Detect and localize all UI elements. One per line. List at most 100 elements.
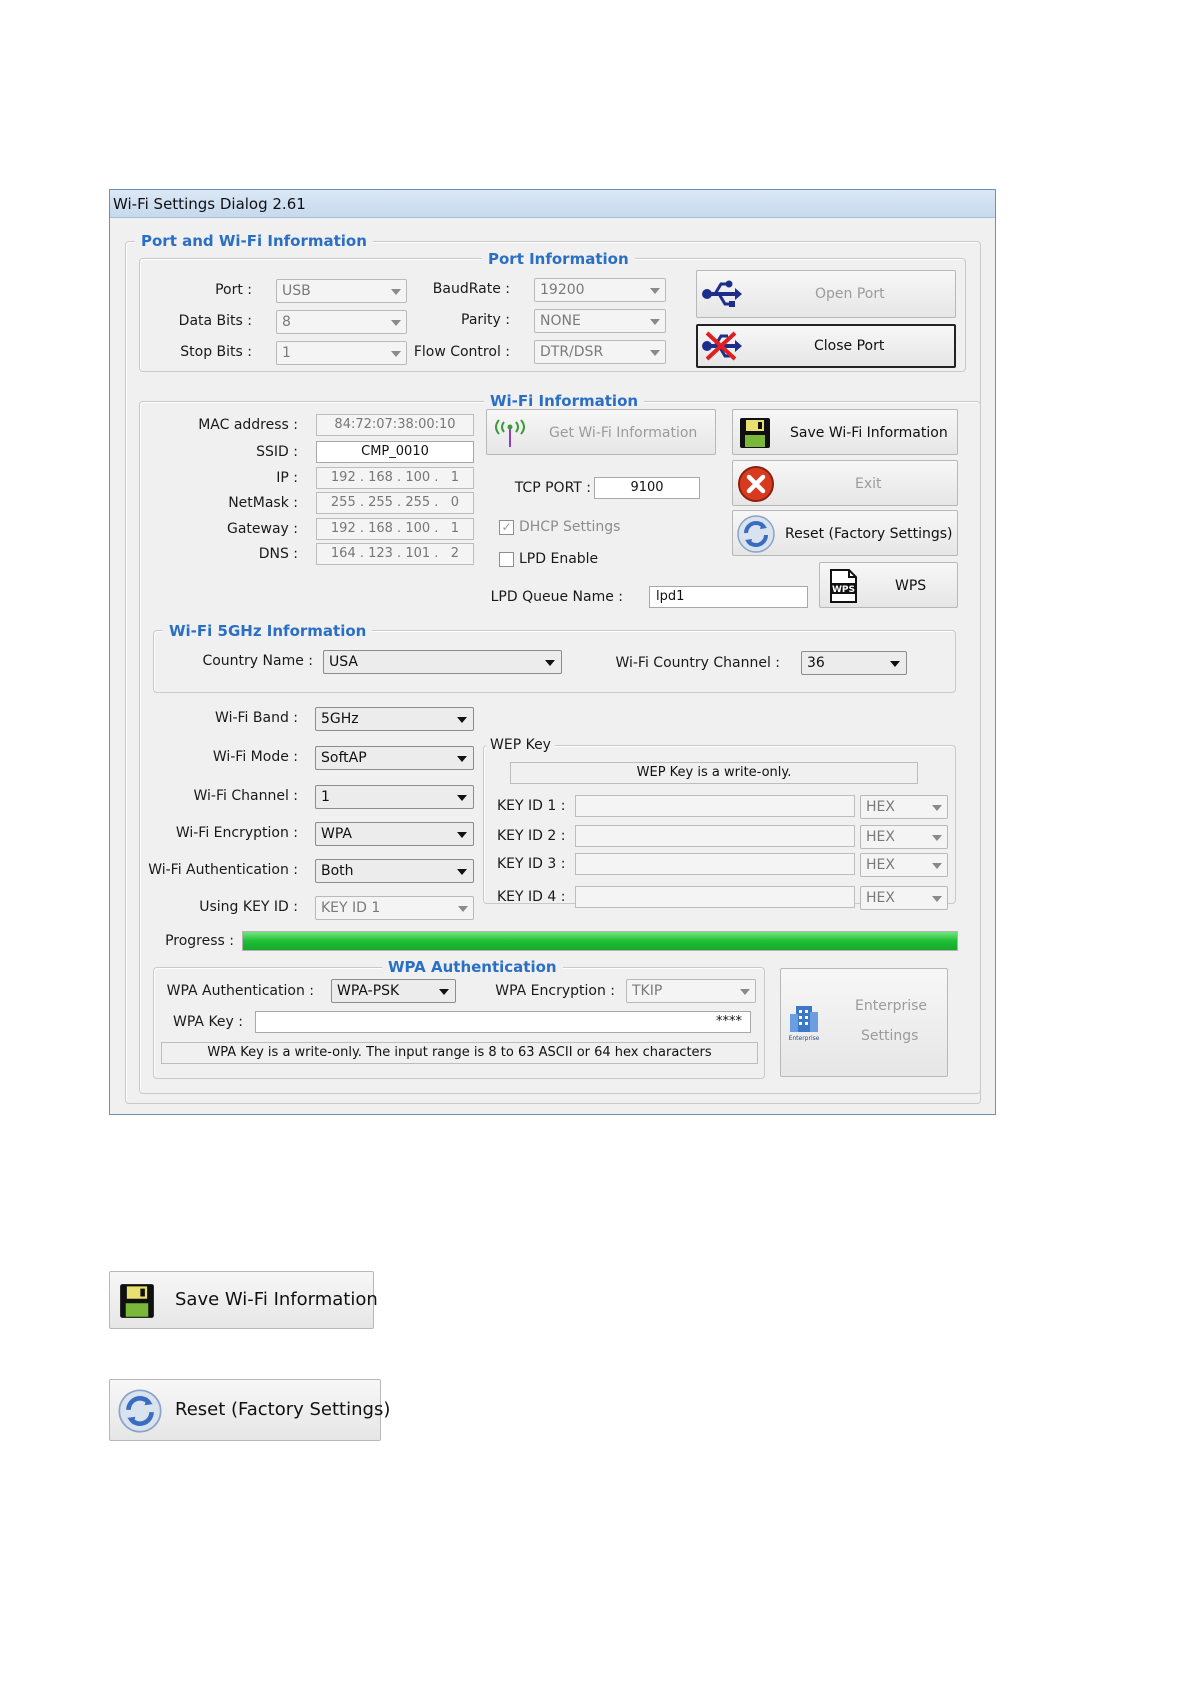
wep-key-4-format: HEX bbox=[866, 890, 895, 906]
lpd-enable-label: LPD Enable bbox=[519, 551, 599, 567]
stop-bits-value: 1 bbox=[282, 345, 291, 361]
reset-factory-button[interactable]: Reset (Factory Settings) bbox=[732, 510, 958, 556]
ssid-label: SSID : bbox=[256, 444, 298, 460]
wifi-channel-select[interactable]: 1 bbox=[315, 785, 474, 809]
exit-button[interactable]: Exit bbox=[732, 460, 958, 506]
data-bits-select[interactable]: 8 bbox=[276, 310, 407, 334]
close-port-button[interactable]: Close Port bbox=[696, 324, 956, 368]
gateway-field[interactable]: 192 . 168 . 100 . 1 bbox=[316, 518, 474, 540]
wifi-authentication-value: Both bbox=[321, 863, 354, 879]
get-wifi-info-label: Get Wi-Fi Information bbox=[549, 425, 698, 441]
using-key-id-select[interactable]: KEY ID 1 bbox=[315, 896, 474, 920]
floppy-disk-icon bbox=[739, 417, 771, 454]
lpd-enable-checkbox[interactable] bbox=[499, 552, 514, 567]
wifi-band-value: 5GHz bbox=[321, 711, 359, 727]
wpa-key-input[interactable]: **** bbox=[255, 1011, 751, 1033]
country-name-value: USA bbox=[329, 654, 358, 670]
wifi-encryption-select[interactable]: WPA bbox=[315, 822, 474, 846]
wep-key-2-input[interactable] bbox=[575, 825, 855, 847]
save-wifi-info-button[interactable]: Save Wi-Fi Information bbox=[732, 409, 958, 455]
port-select[interactable]: USB bbox=[276, 279, 407, 303]
stop-bits-select[interactable]: 1 bbox=[276, 341, 407, 365]
reset-factory-label: Reset (Factory Settings) bbox=[785, 526, 953, 542]
open-port-button[interactable]: Open Port bbox=[696, 270, 956, 318]
netmask-label: NetMask : bbox=[228, 495, 298, 511]
progress-label: Progress : bbox=[165, 933, 234, 949]
wps-icon-text: WPS bbox=[832, 585, 855, 595]
chevron-down-icon bbox=[932, 896, 942, 902]
wep-key-1-input[interactable] bbox=[575, 795, 855, 817]
wifi-country-channel-select[interactable]: 36 bbox=[801, 651, 907, 675]
dns-field[interactable]: 164 . 123 . 101 . 2 bbox=[316, 543, 474, 565]
reset-factory-button-zoom[interactable]: Reset (Factory Settings) bbox=[109, 1379, 390, 1441]
chevron-down-icon bbox=[457, 795, 467, 801]
enterprise-label-line1: Enterprise bbox=[855, 998, 928, 1014]
netmask-field[interactable]: 255 . 255 . 255 . 0 bbox=[316, 492, 474, 514]
wpa-auth-title: WPA Authentication bbox=[382, 958, 563, 976]
close-icon bbox=[737, 465, 775, 508]
baudrate-value: 19200 bbox=[540, 282, 585, 298]
progress-bar bbox=[242, 931, 958, 951]
chevron-down-icon bbox=[890, 661, 900, 667]
wifi-band-select[interactable]: 5GHz bbox=[315, 707, 474, 731]
wifi-mode-select[interactable]: SoftAP bbox=[315, 746, 474, 770]
wifi-country-channel-label: Wi-Fi Country Channel : bbox=[615, 655, 780, 671]
wps-button[interactable]: WPS WPS bbox=[819, 562, 958, 608]
wpa-encryption-value: TKIP bbox=[632, 983, 663, 999]
floppy-disk-icon bbox=[119, 1282, 155, 1324]
wep-key-2-format-select[interactable]: HEX bbox=[860, 825, 948, 849]
wep-key-4-format-select[interactable]: HEX bbox=[860, 886, 948, 910]
dns-label: DNS : bbox=[258, 546, 298, 562]
tcp-port-field[interactable]: 9100 bbox=[594, 477, 700, 499]
reset-factory-label-zoom: Reset (Factory Settings) bbox=[175, 1399, 391, 1420]
data-bits-label: Data Bits : bbox=[178, 313, 252, 329]
gateway-label: Gateway : bbox=[226, 521, 298, 537]
port-info-title: Port Information bbox=[482, 250, 635, 268]
enterprise-settings-button[interactable]: Enterprise Enterprise Settings bbox=[780, 968, 948, 1077]
wps-icon: WPS bbox=[828, 569, 858, 608]
wifi-mode-value: SoftAP bbox=[321, 750, 367, 766]
baudrate-select[interactable]: 19200 bbox=[534, 278, 666, 302]
get-wifi-info-button[interactable]: Get Wi-Fi Information bbox=[486, 409, 716, 455]
chevron-down-icon bbox=[740, 989, 750, 995]
country-name-select[interactable]: USA bbox=[323, 650, 562, 674]
parity-select[interactable]: NONE bbox=[534, 309, 666, 333]
wep-key-3-format-select[interactable]: HEX bbox=[860, 853, 948, 877]
wep-key-1-format-select[interactable]: HEX bbox=[860, 795, 948, 819]
wifi-channel-value: 1 bbox=[321, 789, 330, 805]
wifi-band-label: Wi-Fi Band : bbox=[215, 710, 298, 726]
parity-label: Parity : bbox=[461, 312, 510, 328]
using-key-id-value: KEY ID 1 bbox=[321, 900, 381, 916]
baudrate-label: BaudRate : bbox=[432, 281, 510, 297]
wifi-encryption-value: WPA bbox=[321, 826, 352, 842]
chevron-down-icon bbox=[391, 289, 401, 295]
enterprise-icon-text: Enterprise bbox=[789, 1035, 820, 1042]
chevron-down-icon bbox=[932, 863, 942, 869]
wifi-encryption-label: Wi-Fi Encryption : bbox=[175, 825, 298, 841]
wifi-authentication-select[interactable]: Both bbox=[315, 859, 474, 883]
usb-disconnect-icon bbox=[701, 329, 743, 368]
wifi-5ghz-title: Wi-Fi 5GHz Information bbox=[163, 622, 373, 640]
wep-key-3-input[interactable] bbox=[575, 853, 855, 875]
wep-key-note: WEP Key is a write-only. bbox=[510, 762, 918, 784]
dhcp-label: DHCP Settings bbox=[519, 519, 621, 535]
progress-fill bbox=[243, 932, 957, 950]
enterprise-building-icon: Enterprise bbox=[786, 1002, 822, 1047]
chevron-down-icon bbox=[458, 906, 468, 912]
wpa-key-note: WPA Key is a write-only. The input range… bbox=[161, 1042, 758, 1064]
ip-field[interactable]: 192 . 168 . 100 . 1 bbox=[316, 467, 474, 489]
dhcp-checkbox[interactable]: ✓ bbox=[499, 520, 514, 535]
wpa-encryption-select[interactable]: TKIP bbox=[626, 979, 756, 1003]
save-wifi-info-label-zoom: Save Wi-Fi Information bbox=[175, 1289, 378, 1310]
wep-key-4-input[interactable] bbox=[575, 886, 855, 908]
chevron-down-icon bbox=[650, 350, 660, 356]
wpa-encryption-label: WPA Encryption : bbox=[495, 983, 615, 999]
save-wifi-info-button-zoom[interactable]: Save Wi-Fi Information bbox=[109, 1271, 378, 1329]
ssid-field[interactable]: CMP_0010 bbox=[316, 441, 474, 463]
wpa-authentication-select[interactable]: WPA-PSK bbox=[331, 979, 456, 1003]
lpd-queue-field[interactable]: lpd1 bbox=[649, 586, 808, 608]
window-title: Wi-Fi Settings Dialog 2.61 bbox=[110, 190, 995, 218]
mac-field[interactable]: 84:72:07:38:00:10 bbox=[316, 414, 474, 436]
chevron-down-icon bbox=[457, 869, 467, 875]
flow-control-select[interactable]: DTR/DSR bbox=[534, 340, 666, 364]
